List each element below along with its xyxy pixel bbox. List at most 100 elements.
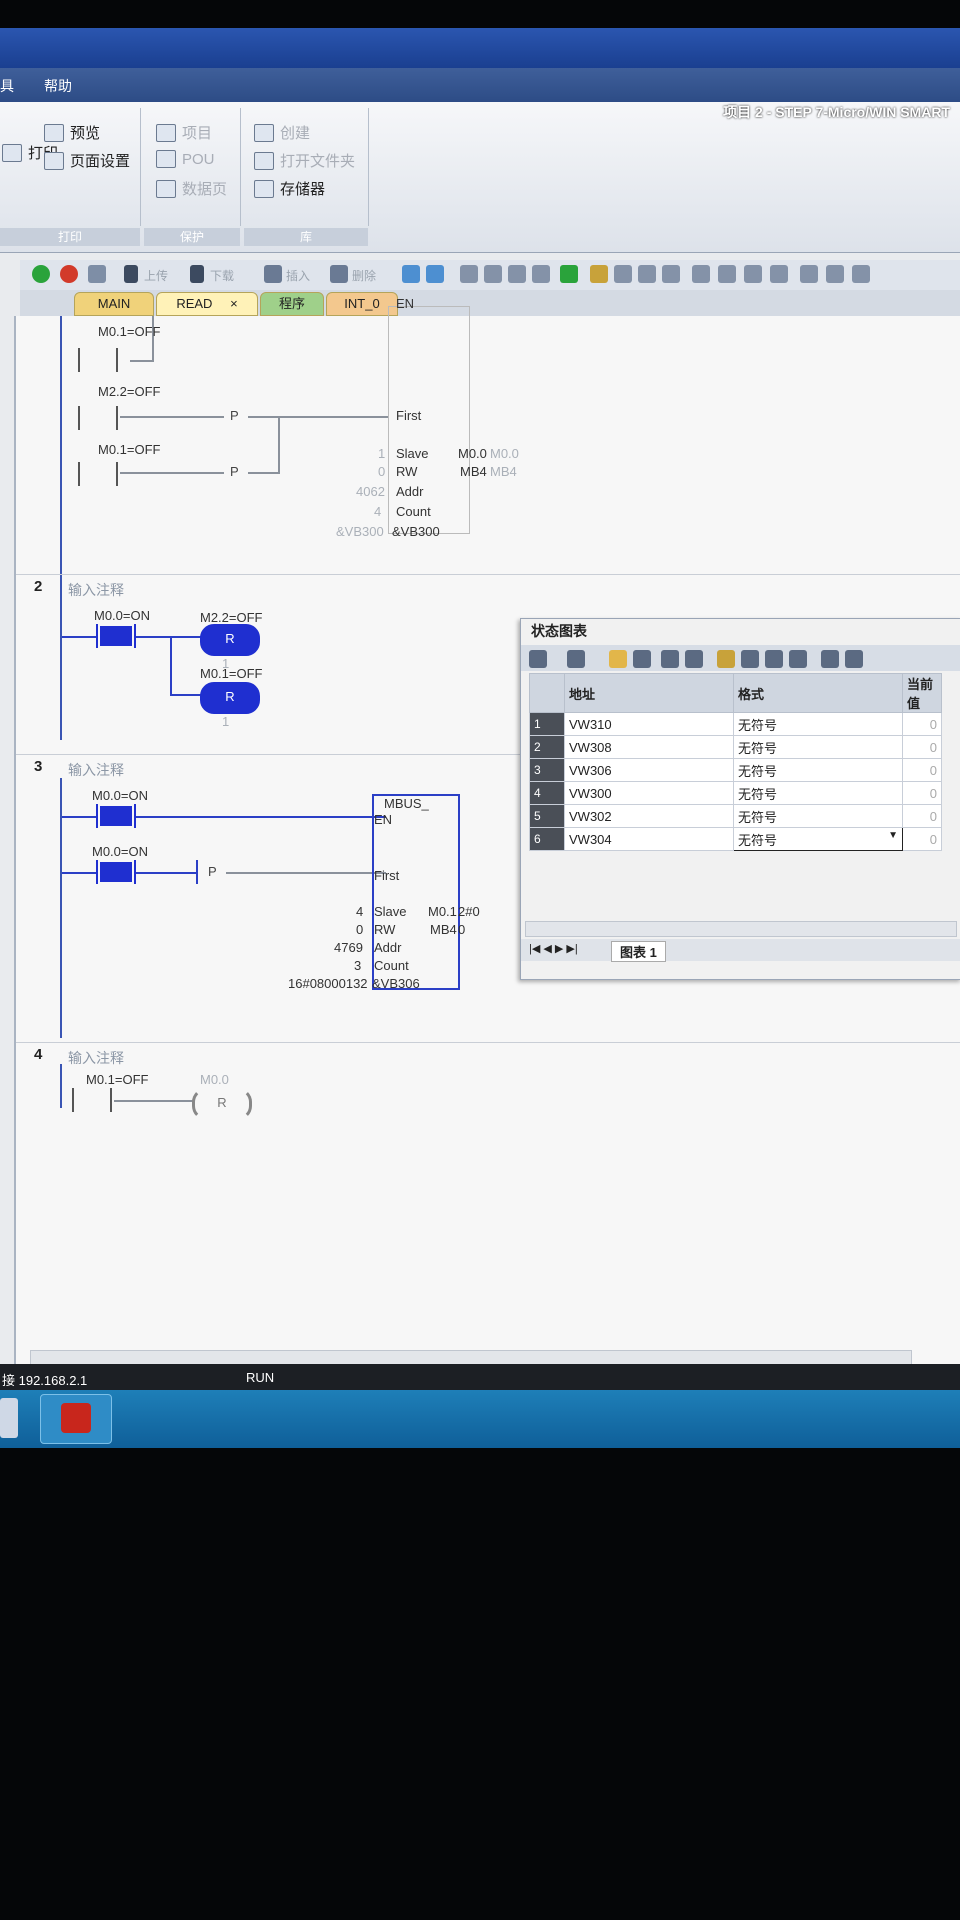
row-format-select[interactable]: 无符号 ▼ [733,827,903,851]
insert-label[interactable]: 插入 [286,267,310,284]
table-row[interactable]: 5 VW302 无符号 0 [529,804,942,828]
sheet-nav-icon[interactable]: |◀ ◀ ▶ ▶| [529,942,578,955]
upload-label[interactable]: 上传 [144,267,168,284]
row-format[interactable]: 无符号 [733,735,903,759]
tab-main[interactable]: MAIN [74,292,154,316]
n4-contact[interactable] [72,1088,112,1112]
taskbar-app-icon[interactable] [0,1398,18,1438]
protect-data-page-button[interactable]: 数据页 [156,178,227,199]
lock-icon[interactable] [590,265,608,283]
options-icon[interactable] [845,650,863,668]
branch-down-icon[interactable] [718,265,736,283]
add-row-icon[interactable] [529,650,547,668]
upload-icon[interactable] [124,265,138,283]
unforce-all-icon[interactable] [765,650,783,668]
row-address[interactable]: VW300 [564,781,734,805]
status-chart-panel: 状态图表 地址 格式 当前值 1 VW310 无符号 0 2 VW308 无符号… [520,618,960,980]
n3-value-rw: 0 [356,922,364,937]
delete-icon[interactable] [330,265,348,283]
insert-icon[interactable] [264,265,282,283]
n3-p-edge[interactable]: P [208,864,217,879]
row-format[interactable]: 无符号 [733,804,903,828]
n4-reset-coil[interactable]: R [192,1088,252,1120]
go-icon[interactable] [560,265,578,283]
row-index: 2 [529,735,565,759]
menu-tools[interactable]: 具 [0,76,14,96]
row-address[interactable]: VW308 [564,735,734,759]
force-icon[interactable] [662,265,680,283]
preview-button[interactable]: 预览 [44,122,100,143]
taskbar-pdf-app[interactable] [40,1394,112,1444]
branch-left-icon[interactable] [744,265,762,283]
table-row[interactable]: 4 VW300 无符号 0 [529,781,942,805]
row-format[interactable]: 无符号 [733,781,903,805]
download-label[interactable]: 下载 [210,267,234,284]
protect-pou-button[interactable]: POU [156,150,215,168]
monitor-status-icon[interactable] [426,265,444,283]
network-2-comment[interactable]: 输入注释 [68,580,124,600]
pause-monitor-icon[interactable] [633,650,651,668]
row-address[interactable]: VW310 [564,712,734,736]
monitor-icon[interactable] [402,265,420,283]
delete-label[interactable]: 删除 [352,267,376,284]
contact-icon[interactable] [800,265,818,283]
force-lock-icon[interactable] [717,650,735,668]
network-4-number: 4 [34,1046,43,1063]
table-row[interactable]: 2 VW308 无符号 0 [529,735,942,759]
symbol-icon[interactable] [508,265,526,283]
box-icon[interactable] [852,265,870,283]
unlock-icon[interactable] [614,265,632,283]
coil-icon[interactable] [826,265,844,283]
row-address[interactable]: VW306 [564,758,734,782]
comment-icon[interactable] [484,265,502,283]
compile-icon[interactable] [88,265,106,283]
tab-program[interactable]: 程序 [260,292,324,316]
unforce-icon[interactable] [741,650,759,668]
sheet-tab-chart1[interactable]: 图表 1 [611,941,666,962]
tab-close-icon[interactable]: × [230,296,238,311]
n1-p-edge-1[interactable]: P [230,408,239,423]
row-address[interactable]: VW304 [564,827,734,851]
read-forced-icon[interactable] [789,650,807,668]
n1-contact-3[interactable] [78,462,118,486]
glasses-icon[interactable] [661,650,679,668]
n2-reset-coil-1[interactable]: R [200,624,260,656]
properties-icon[interactable] [532,265,550,283]
table-row[interactable]: 3 VW306 无符号 0 [529,758,942,782]
n2-reset-coil-2[interactable]: R [200,682,260,714]
write-icon[interactable] [638,265,656,283]
download-icon[interactable] [190,265,204,283]
n1-p-edge-2[interactable]: P [230,464,239,479]
n3-contact-2[interactable] [96,860,136,884]
dropdown-arrow-icon[interactable]: ▼ [888,830,898,841]
n1-contact-1[interactable] [78,348,118,372]
row-address[interactable]: VW302 [564,804,734,828]
network-4-comment[interactable]: 输入注释 [68,1048,124,1068]
library-memory-button[interactable]: 存储器 [254,178,325,199]
table-row[interactable]: 1 VW310 无符号 0 [529,712,942,736]
row-format[interactable]: 无符号 [733,712,903,736]
stop-icon[interactable] [60,265,78,283]
n1-contact-2[interactable] [78,406,118,430]
library-open-folder-button[interactable]: 打开文件夹 [254,150,355,171]
trend-icon[interactable] [821,650,839,668]
n2-contact[interactable] [96,624,136,648]
run-icon[interactable] [32,265,50,283]
bookmark-icon[interactable] [460,265,478,283]
start-monitor-icon[interactable] [609,650,627,668]
row-format[interactable]: 无符号 [733,758,903,782]
table-row[interactable]: 6 VW304 无符号 ▼ 0 [529,827,942,851]
pen-icon[interactable] [685,650,703,668]
insert-row-icon[interactable] [567,650,585,668]
tab-read[interactable]: READ × [156,292,258,316]
network-3-comment[interactable]: 输入注释 [68,760,124,780]
branch-up-icon[interactable] [692,265,710,283]
page-setup-button[interactable]: 页面设置 [44,150,130,171]
n3-contact-1[interactable] [96,804,136,828]
library-create-button[interactable]: 创建 [254,122,310,143]
protect-project-button[interactable]: 项目 [156,122,212,143]
menu-help[interactable]: 帮助 [44,76,72,96]
status-chart-scrollbar[interactable] [525,921,957,937]
row-index: 5 [529,804,565,828]
branch-right-icon[interactable] [770,265,788,283]
